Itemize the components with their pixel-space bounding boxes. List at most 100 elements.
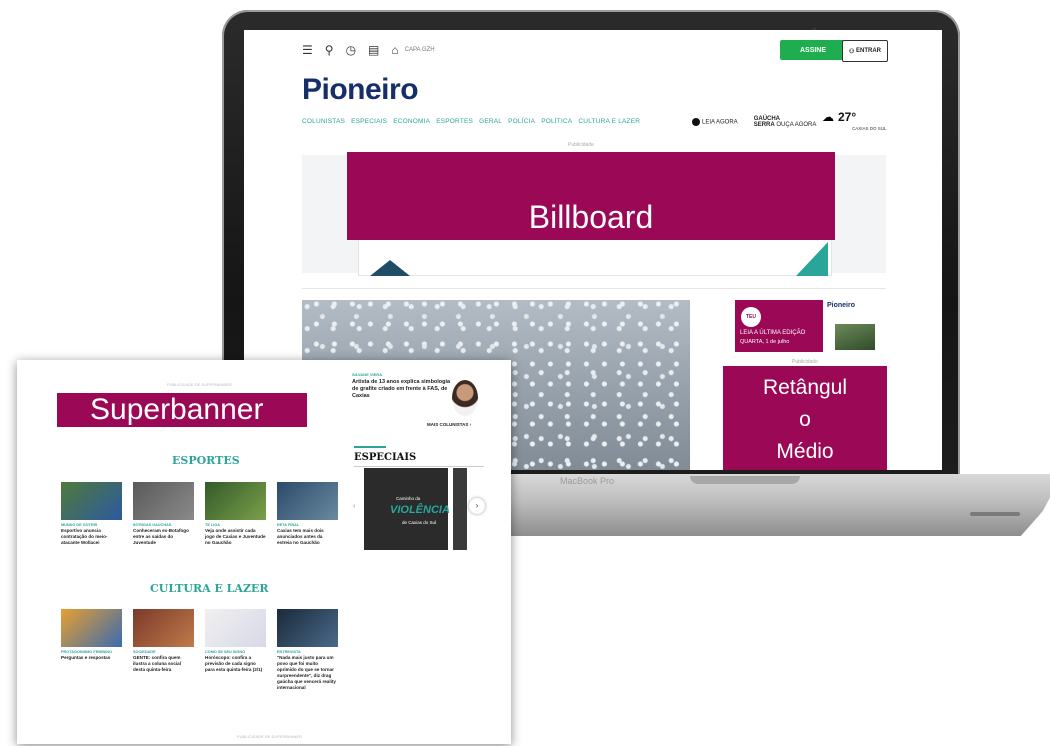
- especiais-card-next[interactable]: [453, 468, 467, 550]
- divider: [354, 466, 484, 467]
- news-thumbnail: [133, 609, 194, 647]
- entrar-label: ENTRAR: [856, 48, 882, 54]
- publicidade-label: Publicidade: [792, 359, 818, 365]
- nav-item[interactable]: GERAL: [479, 118, 502, 125]
- page-screenshot: PUBLICIDADE DE SUPERBANNER Superbanner S…: [17, 360, 511, 744]
- news-headline[interactable]: GENTE: confira quem ilustra a coluna soc…: [133, 655, 194, 673]
- chevron-right-icon: ›: [469, 422, 472, 427]
- ad-label: PUBLICIDADE DE SUPERBANNER: [167, 382, 232, 387]
- news-tag: SOCIEDADE: [133, 650, 156, 654]
- edition-thumbnail: [835, 324, 875, 350]
- main-nav: COLUNISTAS ESPECIAIS ECONOMIA ESPORTES G…: [302, 118, 640, 125]
- nav-item[interactable]: COLUNISTAS: [302, 118, 345, 125]
- news-headline[interactable]: Esportivo anuncia contratação do meio-at…: [61, 528, 122, 546]
- news-tag: ENTREVISTA: [277, 650, 301, 654]
- news-thumbnail: [133, 482, 194, 520]
- gaucha-logo-line: SERRA: [753, 122, 775, 128]
- news-tag: TE LIGA: [205, 523, 220, 527]
- news-tag: COMO SE SEU SIGNO: [205, 650, 246, 654]
- news-headline[interactable]: "Nada mais justo para um povo que foi mu…: [277, 655, 338, 691]
- nav-item[interactable]: CULTURA E LAZER: [578, 118, 640, 125]
- news-headline[interactable]: Caxias tem mais dois anunciados antes da…: [277, 528, 338, 546]
- edition-logo: Pioneiro: [827, 302, 856, 309]
- retangulo-line: o: [799, 408, 811, 431]
- news-card[interactable]: SOCIEDADE GENTE: confira quem ilustra a c…: [133, 609, 194, 691]
- temperature: 27°: [838, 110, 857, 124]
- nav-item[interactable]: ESPECIAIS: [351, 118, 387, 125]
- teu-badge: TEU: [741, 307, 761, 327]
- especial-sub: Caminho da: [396, 496, 421, 501]
- site-logo[interactable]: Pioneiro: [302, 73, 419, 107]
- news-card[interactable]: COMO SE SEU SIGNO Horóscopo: confira a pr…: [205, 609, 266, 691]
- section-accent: [354, 446, 386, 448]
- especiais-card[interactable]: Caminho da VIOLÊNCIA de Caxias do Sul: [364, 468, 450, 550]
- chevron-left-icon[interactable]: ‹: [353, 503, 355, 510]
- edition-left: TEU LEIA A ÚLTIMA EDIÇÃO QUARTA, 1 de ju…: [735, 300, 823, 352]
- right-nav: LEIA AGORA GAÚCHA SERRA OUÇA AGORA: [692, 116, 816, 128]
- news-thumbnail: [61, 482, 122, 520]
- news-card[interactable]: ENTREVISTA "Nada mais justo para um povo …: [277, 609, 338, 691]
- edition-banner[interactable]: TEU LEIA A ÚLTIMA EDIÇÃO QUARTA, 1 de ju…: [735, 300, 885, 352]
- news-headline[interactable]: Veja onde assistir cada jogo de Caxias e…: [205, 528, 266, 546]
- news-tag: MUNDO DE GOTEIR: [61, 523, 98, 527]
- search-icon[interactable]: ⚲: [325, 43, 334, 57]
- leia-agora-label: LEIA AGORA: [702, 119, 738, 126]
- laptop-detail: [970, 512, 1020, 516]
- news-card[interactable]: PROTAGONISMO FEMININO Perguntas e respost…: [61, 609, 122, 691]
- menu-icon[interactable]: ☰: [302, 43, 313, 57]
- news-card[interactable]: INTRIGAS GAÚCHAS Conheceram ex-Botafogo e…: [133, 482, 194, 546]
- news-tag: PROTAGONISMO FEMININO: [61, 650, 112, 654]
- toolbar-icons: ☰ ⚲ ◷ ▤ ⌂ CAPA GZH: [302, 43, 435, 57]
- nav-item[interactable]: ESPORTES: [436, 118, 473, 125]
- weather-city: CAXIAS DO SUL: [852, 126, 887, 131]
- capa-link[interactable]: CAPA GZH: [405, 47, 435, 53]
- mais-colunistas-label: MAIS COLUNISTAS: [427, 422, 469, 427]
- especial-sub2: de Caxias do Sul: [402, 520, 437, 525]
- cultura-cards: PROTAGONISMO FEMININO Perguntas e respost…: [61, 609, 338, 691]
- home-icon[interactable]: ⌂: [391, 43, 398, 57]
- avatar: [452, 380, 478, 416]
- retangulo-line: Retângul: [762, 376, 848, 399]
- mais-colunistas-link[interactable]: MAIS COLUNISTAS ›: [427, 422, 471, 427]
- ouca-agora-link[interactable]: GAÚCHA SERRA OUÇA AGORA: [754, 116, 817, 128]
- especial-title: VIOLÊNCIA: [390, 504, 450, 516]
- columnist-block[interactable]: SILVANE VIERA Artista de 13 anos explica…: [352, 372, 482, 416]
- entrar-button[interactable]: ⚇ ENTRAR: [842, 40, 888, 62]
- pioneiro-icon: [692, 118, 700, 126]
- news-headline[interactable]: Horóscopo: confira a previsão de cada si…: [205, 655, 266, 673]
- superbanner-placeholder: Superbanner: [57, 393, 307, 427]
- weather-widget[interactable]: ☁ 27° CAXIAS DO SUL: [822, 110, 887, 131]
- news-card[interactable]: TE LIGA Veja onde assistir cada jogo de C…: [205, 482, 266, 546]
- nav-item[interactable]: POLÍTICA: [541, 118, 572, 125]
- columnist-headline[interactable]: Artista de 13 anos explica simbologia de…: [352, 379, 456, 400]
- news-headline[interactable]: Conheceram ex-Botafogo entre as saídas d…: [133, 528, 194, 546]
- especiais-heading: ESPECIAIS: [354, 452, 417, 463]
- retangulo-medio-placeholder: Retângul o Médio: [723, 366, 887, 470]
- ad-shape-right: [796, 242, 828, 276]
- newspaper-icon[interactable]: ▤: [368, 43, 379, 57]
- leia-agora-link[interactable]: LEIA AGORA: [692, 118, 738, 126]
- assine-button[interactable]: ASSINE: [780, 40, 846, 60]
- news-headline[interactable]: Perguntas e respostas: [61, 655, 122, 661]
- laptop-brand: MacBook Pro: [560, 476, 615, 486]
- ouca-agora-label: OUÇA AGORA: [776, 122, 817, 128]
- retangulo-line: Médio: [776, 440, 834, 463]
- carousel-next-button[interactable]: ›: [469, 498, 485, 514]
- news-thumbnail: [277, 609, 338, 647]
- ad-shape-left: [370, 260, 410, 276]
- news-thumbnail: [61, 609, 122, 647]
- esportes-heading: ESPORTES: [172, 454, 240, 467]
- nav-item[interactable]: POLÍCIA: [508, 118, 535, 125]
- cultura-heading: CULTURA E LAZER: [150, 582, 269, 595]
- news-thumbnail: [205, 609, 266, 647]
- edition-title: LEIA A ÚLTIMA EDIÇÃO: [740, 330, 806, 336]
- clock-icon[interactable]: ◷: [346, 43, 356, 57]
- news-card[interactable]: MUNDO DE GOTEIR Esportivo anuncia contrat…: [61, 482, 122, 546]
- esportes-cards: MUNDO DE GOTEIR Esportivo anuncia contrat…: [61, 482, 338, 546]
- news-card[interactable]: RETA FINAL Caxias tem mais dois anunciado…: [277, 482, 338, 546]
- user-icon: ⚇: [848, 48, 857, 55]
- news-thumbnail: [277, 482, 338, 520]
- nav-item[interactable]: ECONOMIA: [393, 118, 430, 125]
- billboard-placeholder: Billboard: [347, 152, 835, 240]
- cloud-icon: ☁: [822, 110, 834, 124]
